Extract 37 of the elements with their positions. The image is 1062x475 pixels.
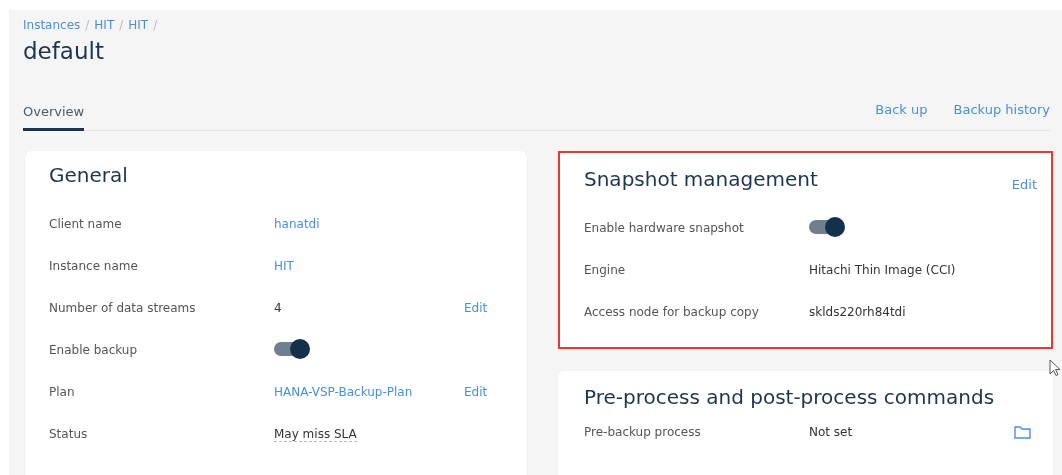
breadcrumb-link[interactable]: HIT — [128, 18, 149, 32]
field-value: Not set — [809, 425, 853, 439]
page-title: default — [23, 38, 105, 64]
breadcrumb-link[interactable]: HIT — [94, 18, 115, 32]
field-value: sklds220rh84tdi — [809, 305, 906, 319]
toggle-switch[interactable] — [809, 219, 843, 234]
breadcrumb-link[interactable]: Instances — [23, 18, 81, 32]
breadcrumb-separator: / — [85, 18, 90, 32]
card-title: Snapshot management — [584, 167, 818, 191]
card-title: General — [49, 163, 129, 187]
field-label: Pre-backup process — [584, 425, 702, 439]
field-label: Engine — [584, 263, 627, 277]
field-label: Instance name — [49, 259, 139, 273]
field-label: Client name — [49, 217, 123, 231]
edit-link[interactable]: Edit — [1011, 177, 1037, 192]
edit-link[interactable]: Edit — [464, 385, 488, 399]
field-label: Plan — [49, 385, 76, 399]
folder-icon[interactable] — [1014, 425, 1032, 439]
field-value: 4 — [274, 301, 282, 315]
field-label: Enable hardware snapshot — [584, 221, 745, 235]
toggle-switch[interactable] — [274, 341, 308, 356]
action-link[interactable]: Backup history — [953, 102, 1050, 117]
card-title: Pre-process and post-process commands — [584, 385, 996, 409]
overview-tab[interactable]: Overview — [23, 104, 85, 131]
value-link[interactable]: hanatdi — [274, 217, 320, 231]
edit-link[interactable]: Edit — [464, 301, 488, 315]
value-link[interactable]: HIT — [274, 259, 294, 273]
value-link[interactable]: HANA-VSP-Backup-Plan — [274, 385, 413, 399]
field-value: May miss SLA — [274, 427, 357, 442]
action-link[interactable]: Back up — [875, 102, 928, 117]
breadcrumb-separator: / — [119, 18, 124, 32]
field-label: Enable backup — [49, 343, 139, 357]
field-label: Number of data streams — [49, 301, 197, 315]
breadcrumb-separator: / — [153, 18, 158, 32]
field-label: Access node for backup copy — [584, 305, 760, 319]
field-label: Status — [49, 427, 89, 441]
field-value: Hitachi Thin Image (CCI) — [809, 263, 956, 277]
